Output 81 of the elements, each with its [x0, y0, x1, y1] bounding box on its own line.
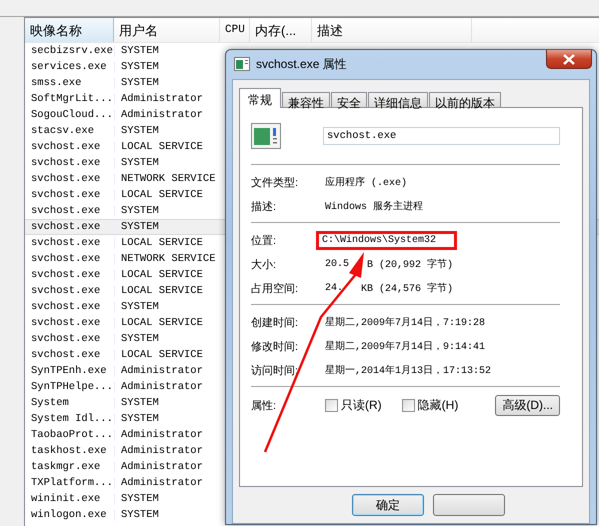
property-value: 星期二,2009年7月14日，7:19:28 — [325, 316, 486, 329]
image-name-cell-text: svchost.exe — [30, 317, 102, 329]
user-name-cell: SYSTEM — [114, 125, 220, 137]
user-name-cell: NETWORK SERVICE — [114, 253, 220, 265]
image-name-cell-text: SoftMgrLit... — [30, 93, 114, 105]
property-label: 修改时间: — [251, 340, 300, 354]
image-name-cell-text: SogouCloud... — [30, 109, 114, 121]
window-title: svchost.exe 属性 — [256, 56, 347, 72]
property-value: 星期一,2014年1月13日，17:13:52 — [325, 364, 492, 377]
image-name-cell-text: winlogon.exe — [30, 509, 108, 521]
image-name-cell-text: TXPlatform... — [30, 477, 114, 489]
property-value: C:\Windows\System32 — [316, 230, 458, 250]
checkbox-label: 隐藏(H) — [418, 396, 458, 414]
image-name-cell-text: svchost.exe — [30, 157, 102, 169]
property-label: 大小: — [251, 258, 278, 272]
user-name-cell: SYSTEM — [114, 221, 220, 233]
user-name-cell: LOCAL SERVICE — [114, 237, 220, 249]
image-name-cell-text: svchost.exe — [30, 221, 102, 233]
image-name-cell-text: smss.exe — [30, 77, 82, 89]
property-value: 24. — [325, 282, 344, 294]
image-name-cell-text: svchost.exe — [30, 301, 102, 313]
property-label: 文件类型: — [251, 176, 300, 190]
user-name-cell: SYSTEM — [114, 301, 220, 313]
image-name-cell-text: System — [30, 397, 70, 409]
property-label: 占用空间: — [251, 282, 300, 296]
user-name-cell: Administrator — [114, 381, 220, 393]
image-name-cell-text: taskhost.exe — [30, 445, 108, 457]
property-label: 创建时间: — [251, 316, 300, 330]
user-name-cell: Administrator — [114, 477, 220, 489]
user-name-cell: SYSTEM — [114, 493, 220, 505]
user-name-cell: SYSTEM — [114, 509, 220, 521]
property-value: 星期二,2009年7月14日，9:14:41 — [325, 340, 486, 353]
property-value: 应用程序 (.exe) — [325, 176, 408, 189]
user-name-cell: LOCAL SERVICE — [114, 349, 220, 361]
checkbox-label: 只读(R) — [341, 396, 382, 414]
user-name-cell: LOCAL SERVICE — [114, 189, 220, 201]
image-name-cell-text: stacsv.exe — [30, 125, 96, 137]
user-name-cell: SYSTEM — [114, 205, 220, 217]
image-name-cell-text: services.exe — [30, 61, 108, 73]
user-name-cell: SYSTEM — [114, 397, 220, 409]
user-name-cell: LOCAL SERVICE — [114, 141, 220, 153]
user-name-cell: Administrator — [114, 461, 220, 473]
user-name-cell: SYSTEM — [114, 157, 220, 169]
user-name-cell: LOCAL SERVICE — [114, 285, 220, 297]
image-name-cell-text: svchost.exe — [30, 189, 102, 201]
image-name-cell-text: TaobaoProt... — [30, 429, 114, 441]
user-name-cell: SYSTEM — [114, 61, 220, 73]
user-name-cell: SYSTEM — [114, 333, 220, 345]
image-name-cell-text: svchost.exe — [30, 285, 102, 297]
property-value: B (20,992 字节) — [367, 258, 454, 271]
property-label: 描述: — [251, 200, 278, 214]
user-name-cell: Administrator — [114, 109, 220, 121]
image-name-cell-text: svchost.exe — [30, 173, 102, 185]
image-name-cell-text: svchost.exe — [30, 349, 102, 361]
user-name-cell: LOCAL SERVICE — [114, 317, 220, 329]
image-name-cell-text: SynTPHelpe... — [30, 381, 114, 393]
property-label: 属性: — [251, 398, 278, 412]
user-name-cell: NETWORK SERVICE — [114, 173, 220, 185]
image-name-cell-text: svchost.exe — [30, 205, 102, 217]
image-name-cell-text: svchost.exe — [30, 237, 102, 249]
user-name-cell: Administrator — [114, 365, 220, 377]
user-name-cell: SYSTEM — [114, 413, 220, 425]
user-name-cell: Administrator — [114, 93, 220, 105]
image-name-cell-text: wininit.exe — [30, 493, 102, 505]
property-value: KB (24,576 字节) — [361, 282, 454, 295]
image-name-cell-text: svchost.exe — [30, 253, 102, 265]
image-name-cell-text: System Idl... — [30, 413, 114, 425]
user-name-cell: SYSTEM — [114, 45, 220, 57]
image-name-cell-text: svchost.exe — [30, 269, 102, 281]
image-name-cell-text: SynTPEnh.exe — [30, 365, 108, 377]
user-name-cell: SYSTEM — [114, 77, 220, 89]
property-value: Windows 服务主进程 — [325, 200, 424, 213]
image-name-cell-text: taskmgr.exe — [30, 461, 102, 473]
property-value: 20.5 — [325, 258, 350, 270]
image-name-cell-text: svchost.exe — [30, 333, 102, 345]
image-name-cell-text: svchost.exe — [30, 141, 102, 153]
user-name-cell: Administrator — [114, 445, 220, 457]
property-label: 位置: — [251, 234, 278, 248]
user-name-cell: Administrator — [114, 429, 220, 441]
image-name-cell-text: secbizsrv.exe — [30, 45, 114, 57]
user-name-cell: LOCAL SERVICE — [114, 269, 220, 281]
